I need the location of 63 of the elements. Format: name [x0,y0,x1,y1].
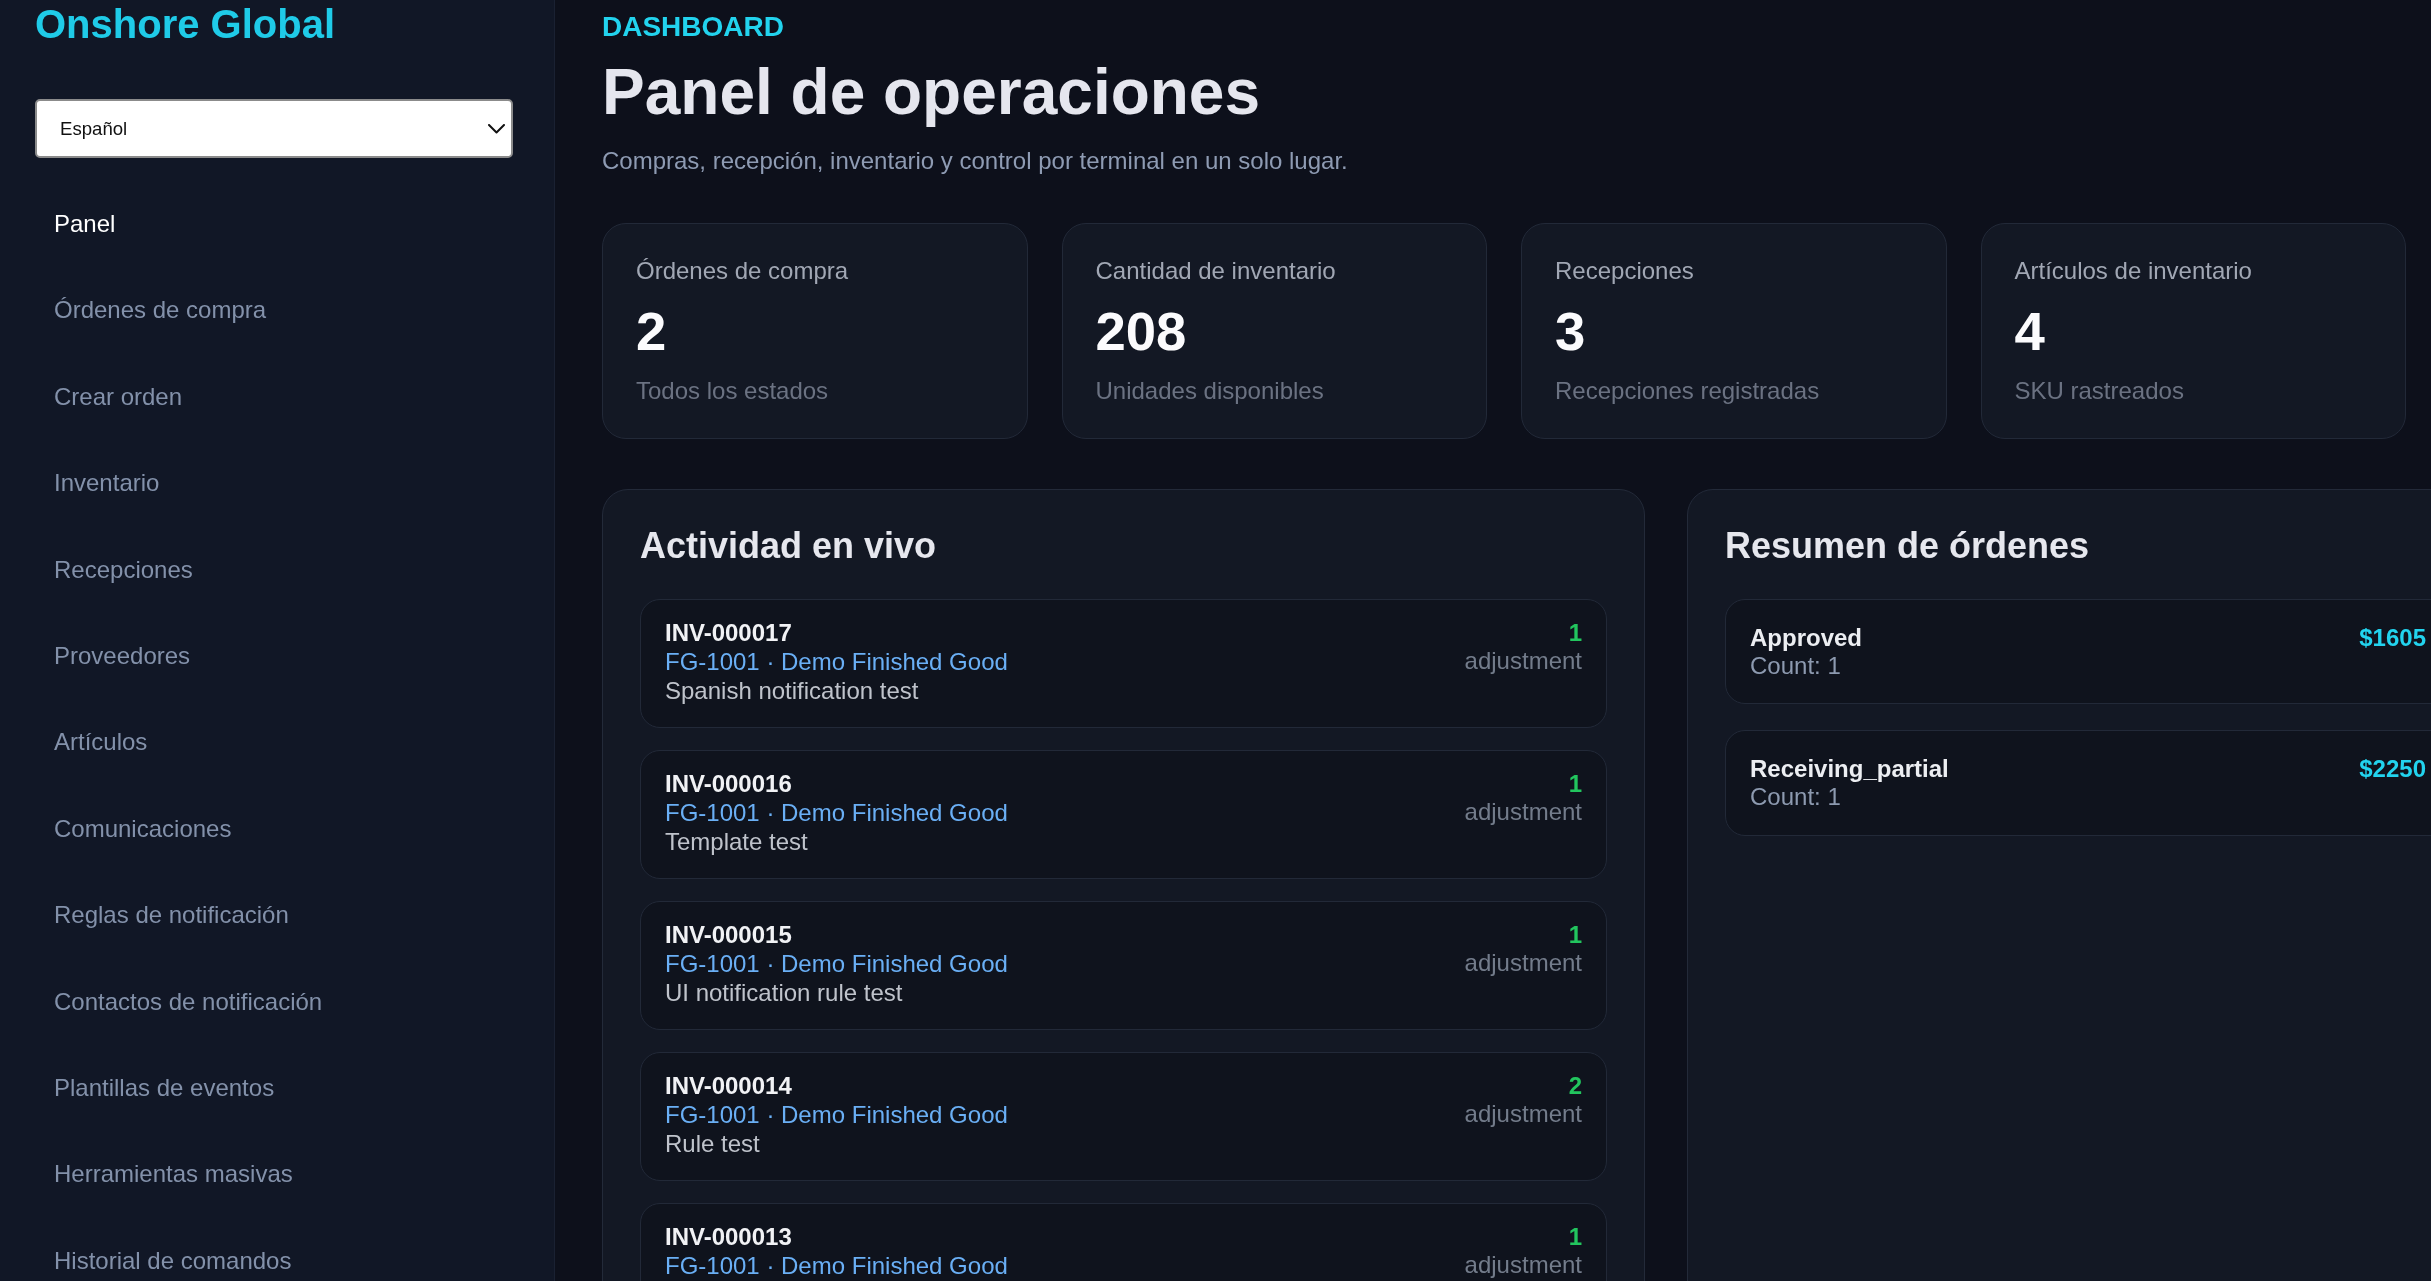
quantity-value: 1 [1568,1223,1582,1252]
entry-type: adjustment [1464,798,1582,827]
entry-type: adjustment [1464,949,1582,978]
entry-id: INV-000013 [665,1222,792,1252]
status-count: Count: 1 [1750,783,1841,812]
entry-type: adjustment [1464,647,1582,676]
nav-link[interactable]: Recepciones [35,543,513,596]
quantity-value: 1 [1568,619,1582,648]
entry-id: INV-000017 [665,618,792,648]
stat-caption: Recepciones registradas [1555,376,1820,406]
stat-caption: Unidades disponibles [1095,376,1324,406]
stat-label: Artículos de inventario [2014,256,2252,286]
entry-id: INV-000016 [665,769,792,799]
stat-caption: SKU rastreados [2014,376,2184,406]
status-name: Receiving_partial [1750,755,1949,784]
nav-link[interactable]: Reglas de notificación [35,889,513,942]
status-count: Count: 1 [1750,652,1841,680]
section-label: DASHBOARD [602,10,785,44]
nav-link[interactable]: Panel [35,198,513,250]
product-link[interactable]: FG-1001 · Demo Finished Good [665,1100,1008,1130]
panel-title: Actividad en vivo [640,524,937,567]
quantity-value: 1 [1568,770,1582,799]
quantity-value: 1 [1568,921,1582,950]
brand-name: Onshore Global [35,1,336,48]
stat-label: Órdenes de compra [636,256,849,286]
stat-caption: Todos los estados [636,376,829,406]
nav-link[interactable]: Crear orden [35,370,513,423]
language-select[interactable]: Español [35,99,513,158]
entry-note: Template test [665,827,808,857]
stat-value: 208 [1095,302,1187,362]
page-subtitle: Compras, recepción, inventario y control por terminal en un solo lugar. [602,146,1349,175]
status-amount: $2250 [2359,755,2426,784]
entry-id: INV-000015 [665,920,792,950]
product-link[interactable]: FG-1001 · Demo Finished Good [665,647,1008,677]
stat-value: 4 [2014,302,2045,362]
product-link[interactable]: FG-1001 · Demo Finished Good [665,798,1008,828]
entry-type: adjustment [1464,1100,1582,1129]
stat-value: 3 [1555,302,1586,362]
nav-link[interactable]: Comunicaciones [35,802,513,855]
nav-link[interactable]: Historial de comandos [35,1234,513,1281]
nav-link[interactable]: Proveedores [35,629,513,682]
nav-link[interactable]: Contactos de notificación [35,975,513,1028]
product-link[interactable]: FG-1001 · Demo Finished Good [665,949,1008,979]
product-link[interactable]: FG-1001 · Demo Finished Good [665,1251,1008,1281]
entry-note: Rule test [665,1129,760,1159]
page-title: Panel de operaciones [602,56,1262,130]
stat-label: Cantidad de inventario [1095,256,1336,286]
nav-link[interactable]: Plantillas de eventos [35,1061,513,1114]
nav-link[interactable]: Herramientas masivas [35,1148,513,1201]
status-amount: $1605 [2359,624,2426,652]
entry-note: Spanish notification test [665,676,919,706]
entry-note: UI notification rule test [665,978,903,1008]
entry-type: adjustment [1464,1251,1582,1280]
nav-link[interactable]: Artículos [35,716,513,769]
panel-title: Resumen de órdenes [1725,524,2090,567]
quantity-value: 2 [1568,1072,1582,1101]
stat-value: 2 [636,302,667,362]
entry-id: INV-000014 [665,1071,792,1101]
stat-label: Recepciones [1555,256,1694,286]
nav-link[interactable]: Órdenes de compra [35,284,513,337]
chevron-down-icon [488,123,505,134]
status-name: Approved [1750,624,1862,652]
nav-link[interactable]: Inventario [35,457,513,510]
